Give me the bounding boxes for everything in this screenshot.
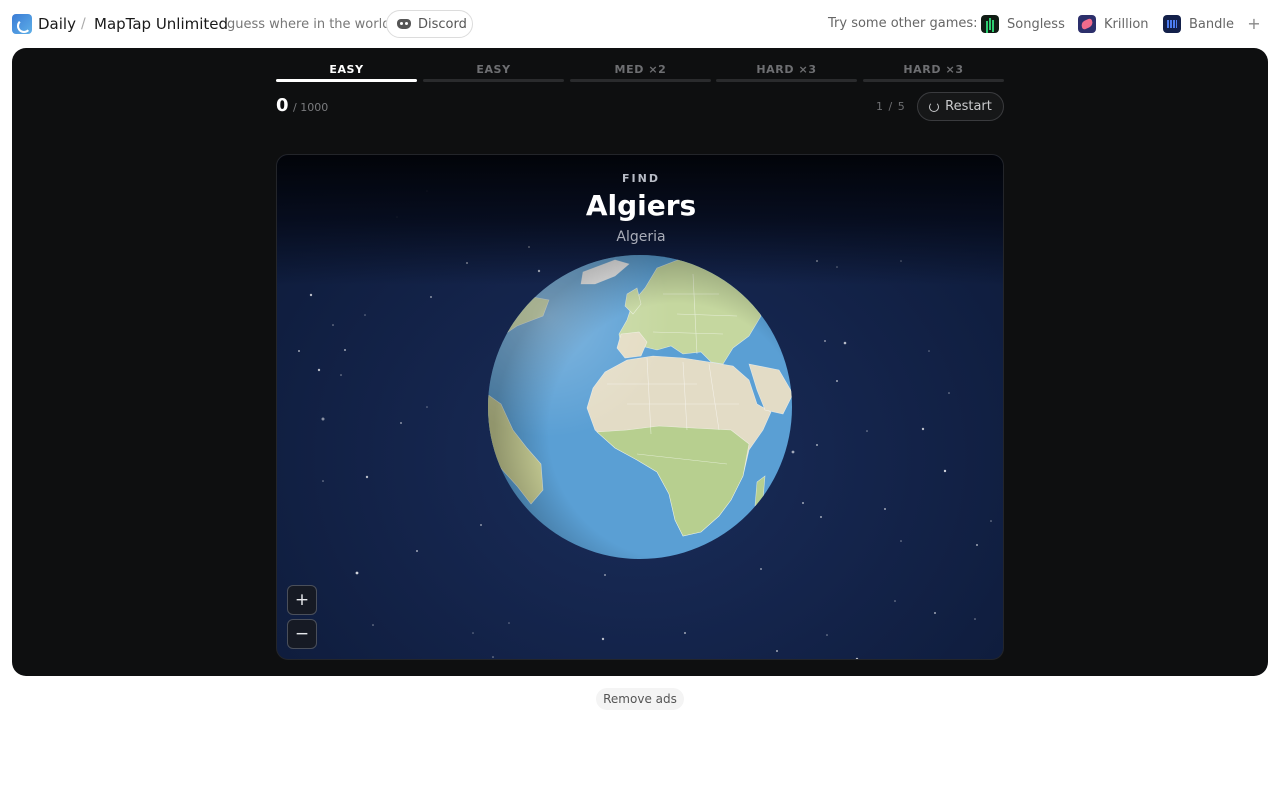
- tab-progress-bar: [570, 79, 711, 82]
- discord-button[interactable]: Discord: [386, 10, 473, 38]
- game-link-krillion[interactable]: Krillion: [1078, 14, 1149, 34]
- restart-label: Restart: [945, 99, 992, 114]
- tab-label: HARD ×3: [756, 63, 817, 76]
- tab-label: EASY: [476, 63, 511, 76]
- game-link-label: Krillion: [1104, 16, 1149, 32]
- tab-label: EASY: [329, 63, 364, 76]
- tab-round-2[interactable]: EASY: [423, 63, 564, 82]
- discord-label: Discord: [418, 16, 467, 32]
- earth-globe[interactable]: [487, 254, 793, 560]
- tab-label: HARD ×3: [903, 63, 964, 76]
- breadcrumb-daily[interactable]: Daily: [38, 14, 76, 34]
- bandle-icon: [1163, 15, 1181, 33]
- score-value: 0: [276, 95, 289, 116]
- tab-progress-bar: [423, 79, 564, 82]
- restart-button[interactable]: Restart: [917, 92, 1004, 121]
- tab-progress-bar: [276, 79, 417, 82]
- tagline: guess where in the world: [227, 17, 391, 32]
- target-country: Algeria: [616, 229, 666, 245]
- game-link-label: Songless: [1007, 16, 1065, 32]
- tab-progress-bar: [863, 79, 1004, 82]
- globe-map[interactable]: FIND Algiers Algeria + −: [276, 154, 1004, 660]
- discord-icon: [397, 19, 411, 29]
- restart-icon: [929, 101, 940, 112]
- tab-round-5[interactable]: HARD ×3: [863, 63, 1004, 82]
- songless-icon: [981, 15, 999, 33]
- breadcrumb-separator: /: [81, 16, 86, 32]
- game-link-label: Bandle: [1189, 16, 1234, 32]
- zoom-out-button[interactable]: −: [287, 619, 317, 649]
- game-link-bandle[interactable]: Bandle: [1163, 14, 1234, 34]
- tab-round-1[interactable]: EASY: [276, 63, 417, 82]
- page-title[interactable]: MapTap Unlimited: [94, 14, 228, 34]
- tab-label: MED ×2: [614, 63, 667, 76]
- more-games-plus-icon[interactable]: +: [1247, 14, 1261, 34]
- daily-logo-icon[interactable]: [12, 14, 32, 34]
- remove-ads-button[interactable]: Remove ads: [596, 688, 684, 710]
- find-label: FIND: [622, 172, 660, 185]
- game-frame: EASY EASY MED ×2 HARD ×3 HARD ×3 0 / 100…: [12, 48, 1268, 676]
- krillion-icon: [1078, 15, 1096, 33]
- tab-progress-bar: [716, 79, 857, 82]
- game-link-songless[interactable]: Songless: [981, 14, 1065, 34]
- round-counter: 1 / 5: [876, 100, 906, 113]
- zoom-in-button[interactable]: +: [287, 585, 317, 615]
- target-city: Algiers: [585, 189, 697, 222]
- tab-round-3[interactable]: MED ×2: [570, 63, 711, 82]
- top-bar: Daily / MapTap Unlimited guess where in …: [0, 0, 1280, 48]
- difficulty-tabs: EASY EASY MED ×2 HARD ×3 HARD ×3: [276, 63, 1004, 83]
- score-max: / 1000: [293, 101, 329, 114]
- tab-round-4[interactable]: HARD ×3: [716, 63, 857, 82]
- other-games-label: Try some other games:: [828, 16, 978, 31]
